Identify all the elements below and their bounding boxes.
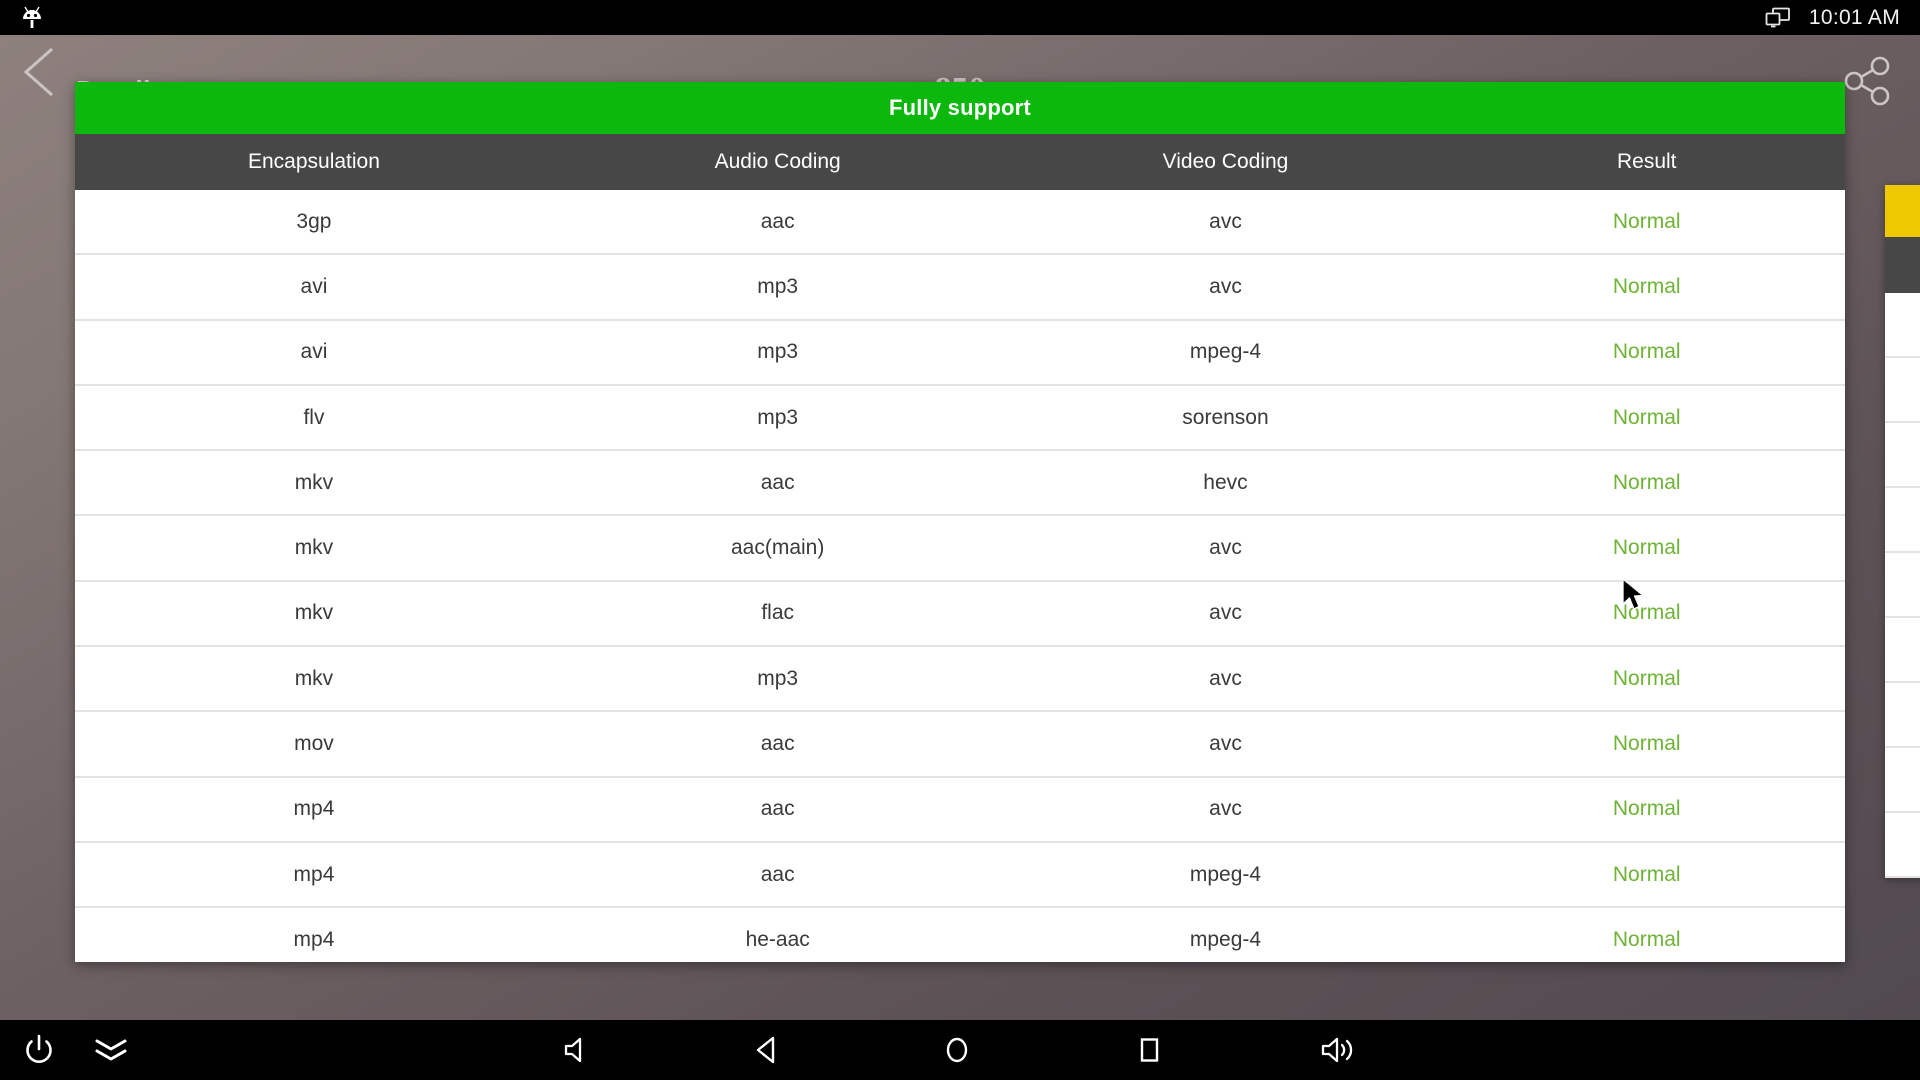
cell-result: Normal [1612,862,1681,886]
cell-result: Normal [1612,470,1681,494]
cell-encapsulation: mkv [294,470,334,494]
screen: Details 850 Fully support Encapsulation … [0,0,1920,1080]
status-bar: 10:01 AM [0,0,1920,35]
cell-encapsulation: mp4 [293,927,335,951]
peek-table-row [1885,683,1920,748]
back-triangle-icon[interactable] [740,1020,794,1080]
cell-encapsulation: mkv [294,666,334,690]
peek-table-row [1885,488,1920,553]
cell-result: Normal [1612,797,1681,821]
next-support-card-preview[interactable] [1885,185,1920,878]
cell-result: Normal [1612,732,1681,756]
cell-video-coding: avc [1209,797,1242,821]
cell-result: Normal [1612,209,1681,233]
cell-result: Normal [1612,601,1681,625]
cell-video-coding: mpeg-4 [1189,340,1262,364]
volume-up-icon[interactable] [1310,1020,1368,1080]
android-robot-icon [18,4,46,32]
cell-video-coding: avc [1209,209,1242,233]
cell-audio-coding: flac [761,601,795,625]
cell-encapsulation: 3gp [296,209,332,233]
cell-result: Normal [1612,405,1681,429]
peek-table-row [1885,748,1920,813]
cell-audio-coding: mp3 [757,666,799,690]
cell-encapsulation: mp4 [293,797,335,821]
support-details-card: Fully support Encapsulation Audio Coding… [75,82,1845,962]
cell-result: Normal [1612,274,1681,298]
cell-result: Normal [1612,536,1681,560]
peek-table-row [1885,293,1920,358]
cell-video-coding: sorenson [1182,405,1269,429]
cell-audio-coding: mp3 [757,405,799,429]
cell-video-coding: avc [1209,536,1242,560]
volume-down-icon[interactable] [551,1020,605,1080]
cell-result: Normal [1612,666,1681,690]
table-body[interactable]: 3gp aac avc Normal avi mp3 avc Normal av… [75,190,1845,962]
cell-audio-coding: aac [760,797,795,821]
column-header-video-coding: Video Coding [1162,150,1289,173]
cell-audio-coding: mp3 [757,340,799,364]
table-row[interactable]: mp4 he-aac mpeg-4 Normal [75,908,1845,962]
cell-encapsulation: mkv [294,536,334,560]
support-level-banner: Fully support [75,82,1845,134]
cell-result: Normal [1612,340,1681,364]
power-icon[interactable] [10,1020,68,1080]
table-row[interactable]: flv mp3 sorenson Normal [75,385,1845,452]
home-circle-icon[interactable] [930,1020,984,1080]
table-row[interactable]: avi mp3 avc Normal [75,255,1845,321]
cell-encapsulation: mov [294,732,334,756]
cell-video-coding: avc [1209,732,1242,756]
peek-table-row [1885,553,1920,618]
peek-support-banner [1885,185,1920,237]
cell-video-coding: avc [1209,274,1242,298]
peek-table-header [1885,237,1920,293]
table-row[interactable]: mp4 aac avc Normal [75,777,1845,843]
peek-table-row [1885,358,1920,423]
navigation-bar [0,1020,1920,1080]
cell-encapsulation: avi [300,274,328,298]
cell-audio-coding: aac [760,209,795,233]
cell-audio-coding: mp3 [757,274,799,298]
cell-encapsulation: flv [303,405,325,429]
cell-audio-coding: aac [760,862,795,886]
cell-video-coding: mpeg-4 [1189,862,1262,886]
cell-audio-coding: aac(main) [730,536,825,560]
cell-audio-coding: aac [760,470,795,494]
table-row[interactable]: mkv aac hevc Normal [75,451,1845,517]
cell-encapsulation: avi [300,340,328,364]
status-bar-right-group: 10:01 AM [1765,0,1900,35]
table-row[interactable]: mp4 aac mpeg-4 Normal [75,842,1845,909]
table-row[interactable]: mkv mp3 avc Normal [75,647,1845,713]
cell-audio-coding: aac [760,732,795,756]
table-row[interactable]: mkv flac avc Normal [75,581,1845,648]
peek-table-row [1885,618,1920,683]
cell-video-coding: mpeg-4 [1189,927,1262,951]
chevron-double-down-icon[interactable] [82,1020,140,1080]
peek-table-row [1885,813,1920,878]
table-row[interactable]: 3gp aac avc Normal [75,190,1845,256]
table-row[interactable]: mov aac avc Normal [75,712,1845,778]
cell-encapsulation: mp4 [293,862,335,886]
cell-video-coding: avc [1209,666,1242,690]
column-header-audio-coding: Audio Coding [714,150,841,173]
column-header-encapsulation: Encapsulation [247,150,380,173]
cell-audio-coding: he-aac [745,927,810,951]
peek-table-row [1885,423,1920,488]
share-icon[interactable] [1840,55,1894,107]
table-row[interactable]: avi mp3 mpeg-4 Normal [75,320,1845,386]
cell-video-coding: hevc [1203,470,1248,494]
screen-cast-icon [1765,7,1791,29]
table-header-row: Encapsulation Audio Coding Video Coding … [75,134,1845,190]
table-row[interactable]: mkv aac(main) avc Normal [75,516,1845,582]
cell-encapsulation: mkv [294,601,334,625]
cell-video-coding: avc [1209,601,1242,625]
column-header-result: Result [1616,150,1677,173]
recents-square-icon[interactable] [1122,1020,1176,1080]
cell-result: Normal [1612,927,1681,951]
status-bar-clock: 10:01 AM [1808,5,1900,29]
